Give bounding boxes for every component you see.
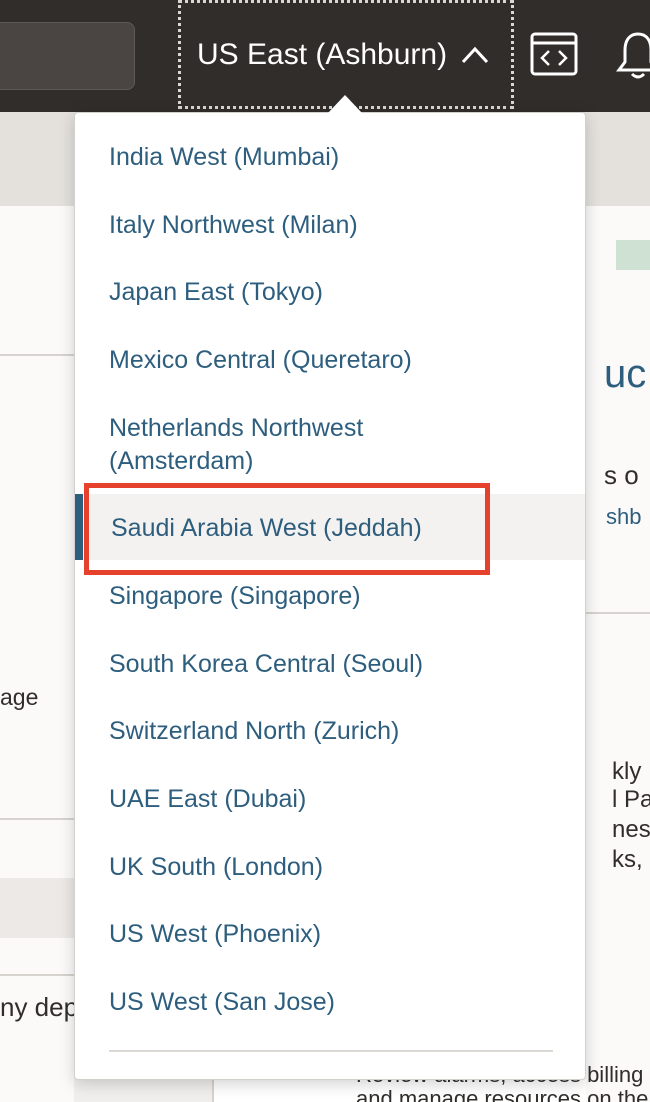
right-text-fragment: l Pa xyxy=(612,786,650,813)
region-option[interactable]: India West (Mumbai) xyxy=(109,141,549,174)
chevron-up-icon xyxy=(461,46,489,63)
region-option[interactable]: Italy Northwest (Milan) xyxy=(109,209,549,242)
region-option[interactable]: UAE East (Dubai) xyxy=(109,783,549,816)
right-heading-fragment: uc xyxy=(604,352,647,396)
illustration-image xyxy=(616,240,650,270)
region-option[interactable]: Japan East (Tokyo) xyxy=(109,276,549,309)
region-selector-label: US East (Ashburn) xyxy=(197,37,448,71)
region-selector-button[interactable]: US East (Ashburn) xyxy=(178,0,514,109)
region-dropdown-menu: India West (Mumbai) Italy Northwest (Mil… xyxy=(74,112,586,1080)
region-option-selected[interactable]: Saudi Arabia West (Jeddah) xyxy=(111,512,551,545)
region-option[interactable]: US West (San Jose) xyxy=(109,986,549,1019)
region-option[interactable]: UK South (London) xyxy=(109,851,549,884)
panel-band xyxy=(0,878,74,938)
dropdown-caret xyxy=(328,95,362,113)
region-option[interactable]: South Korea Central (Seoul) xyxy=(109,648,549,681)
region-option[interactable]: Mexico Central (Queretaro) xyxy=(109,344,549,377)
left-text-fragment-age: age xyxy=(0,684,39,710)
selected-row-indicator xyxy=(75,494,83,560)
region-option[interactable]: Singapore (Singapore) xyxy=(109,580,549,613)
right-text-fragment: s o xyxy=(604,460,639,490)
divider xyxy=(0,354,74,356)
top-header-bar: US East (Ashburn) xyxy=(0,0,650,112)
divider xyxy=(0,974,74,976)
bottom-card-text: and manage resources on the xyxy=(356,1086,649,1102)
search-input[interactable] xyxy=(0,22,135,90)
divider xyxy=(586,612,650,614)
right-text-fragment: kly xyxy=(612,758,642,785)
right-content-panel xyxy=(586,206,650,1102)
region-option[interactable]: Switzerland North (Zurich) xyxy=(109,715,549,748)
right-link-fragment[interactable]: shb xyxy=(606,504,641,530)
left-content-panel xyxy=(0,206,74,1102)
bell-icon[interactable] xyxy=(616,30,650,80)
right-text-fragment: ness xyxy=(612,816,650,843)
region-option[interactable]: Netherlands Northwest (Amsterdam) xyxy=(109,412,449,478)
region-option[interactable]: US West (Phoenix) xyxy=(109,918,549,951)
divider xyxy=(0,818,74,820)
code-editor-icon[interactable] xyxy=(530,32,578,76)
dropdown-divider xyxy=(109,1050,553,1052)
left-text-fragment-dep: ny dep xyxy=(0,992,79,1022)
right-text-fragment: ks, xyxy=(612,846,643,873)
